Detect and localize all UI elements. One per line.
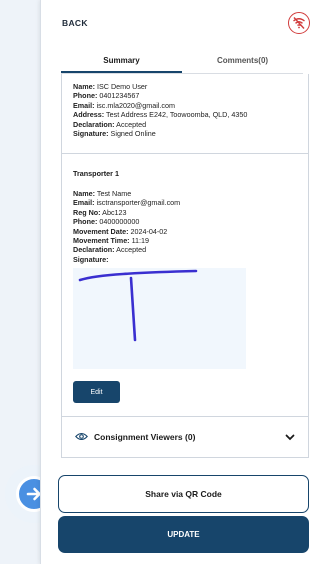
transporter-reg: Reg No: Abc123 — [73, 207, 127, 217]
tab-comments[interactable]: Comments(0) — [182, 52, 303, 73]
update-button[interactable]: UPDATE — [58, 516, 309, 553]
transporter-card: Transporter 1 Name: Test Name Email: isc… — [61, 154, 309, 417]
consignment-panel: BACK Summary Comments(0) Name: ISC Demo … — [40, 0, 323, 564]
transporter-declaration: Declaration: Accepted — [73, 245, 147, 255]
edit-button[interactable]: Edit — [73, 381, 120, 403]
owner-name: Name: ISC Demo User — [73, 82, 148, 91]
share-qr-button[interactable]: Share via QR Code — [58, 475, 309, 513]
transporter-movement-time: Movement Time: 11:19 — [73, 236, 150, 246]
transporter-movement-date: Movement Date: 2024-04-02 — [73, 226, 168, 236]
owner-signature: Signature: Signed Online — [73, 129, 156, 139]
eye-icon — [75, 428, 88, 446]
consignment-viewers-label: Consignment Viewers (0) — [94, 432, 196, 442]
tab-bar: Summary Comments(0) — [61, 52, 303, 74]
wifi-off-icon[interactable] — [288, 12, 310, 34]
back-button[interactable]: BACK — [62, 18, 88, 28]
owner-email: Email: isc.mla2020@gmail.com — [73, 100, 175, 110]
owner-phone: Phone: 0401234567 — [73, 91, 140, 101]
owner-address: Address: Test Address E242, Toowoomba, Q… — [73, 110, 248, 120]
chevron-down-icon — [285, 428, 295, 446]
consignment-viewers-accordion[interactable]: Consignment Viewers (0) — [61, 417, 309, 458]
transporter-email: Email: isctransporter@gmail.com — [73, 198, 181, 208]
owner-declaration: Declaration: Accepted — [73, 119, 147, 129]
signature-image — [73, 268, 246, 369]
transporter-name: Name: Test Name — [73, 189, 132, 198]
transporter-phone: Phone: 0400000000 — [73, 217, 140, 227]
owner-details-card: Name: ISC Demo User Phone: 0401234567 Em… — [61, 74, 309, 154]
tab-summary[interactable]: Summary — [61, 52, 182, 73]
header: BACK — [41, 0, 323, 46]
transporter-signature-label: Signature: — [73, 254, 109, 264]
transporter-title: Transporter 1 — [73, 169, 119, 178]
